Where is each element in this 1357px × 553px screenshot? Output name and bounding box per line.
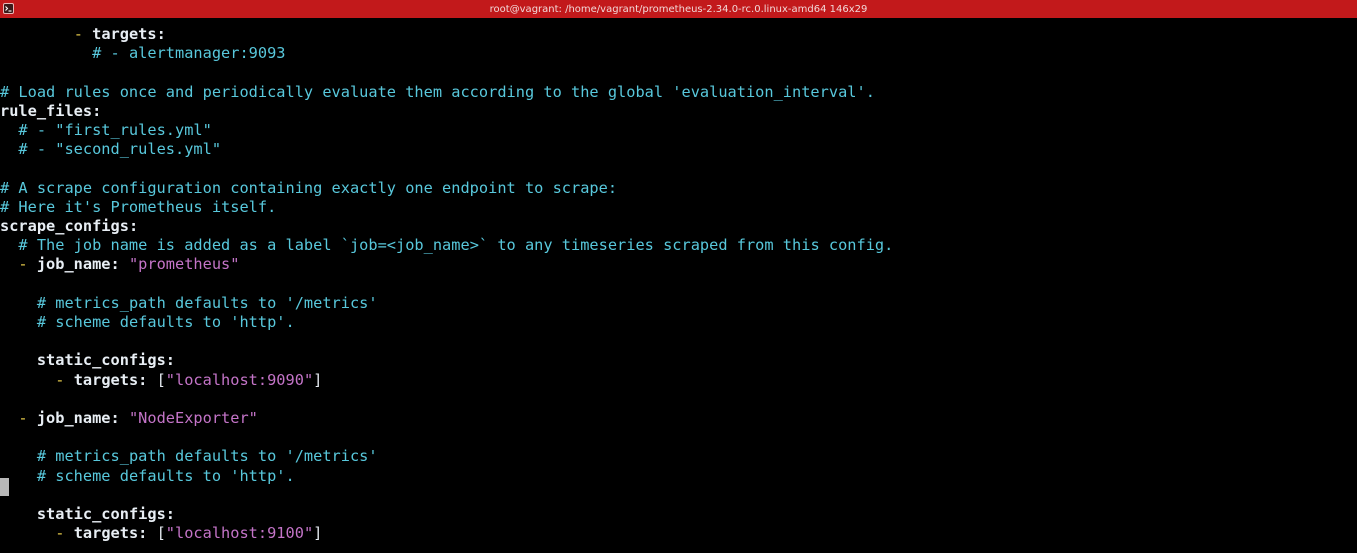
code-line: # - "first_rules.yml" [0,121,212,140]
yaml-comment: # metrics_path defaults to '/metrics' [36,447,378,466]
yaml-colon: : [165,505,175,523]
code-line: scrape_configs: [0,217,138,236]
yaml-key: targets [73,524,139,543]
yaml-key: job_name [36,255,111,274]
bracket-close: ] [313,524,323,543]
yaml-colon: : [156,25,166,43]
yaml-colon: : [138,524,157,543]
code-line: rule_files: [0,102,101,121]
code-line: - targets: ["localhost:9100"] [0,524,322,543]
text-cursor [0,478,9,496]
code-line: - job_name: "NodeExporter" [0,409,258,428]
code-line: # scheme defaults to 'http'. [0,467,295,486]
list-dash: - [55,370,74,389]
yaml-colon: : [128,217,139,235]
code-line: # The job name is added as a label `job=… [0,236,893,255]
code-line: # A scrape configuration containing exac… [0,179,617,198]
yaml-colon: : [138,370,157,389]
yaml-string: "localhost:9100" [165,524,314,543]
code-line: # metrics_path defaults to '/metrics' [0,447,378,466]
code-line: # - alertmanager:9093 [0,44,286,63]
yaml-comment: # The job name is added as a label `job=… [18,236,894,255]
yaml-string: "prometheus" [128,255,240,274]
yaml-comment: # Here it's Prometheus itself. [0,197,277,216]
code-line: # - "second_rules.yml" [0,140,221,159]
bracket-open: [ [156,370,166,389]
code-line: # Load rules once and periodically evalu… [0,83,875,102]
yaml-colon: : [110,255,129,274]
yaml-key: scrape_configs [0,217,129,235]
list-dash: - [73,25,93,43]
bracket-open: [ [156,524,166,543]
yaml-comment: # A scrape configuration containing exac… [0,178,618,197]
yaml-key: targets [73,370,139,389]
code-line: # scheme defaults to 'http'. [0,313,295,332]
window-title: root@vagrant: /home/vagrant/prometheus-2… [489,4,868,15]
list-dash: - [55,524,74,543]
list-dash: - [18,255,37,274]
yaml-key: rule_files [0,101,93,120]
yaml-key: static_configs [36,351,166,370]
code-line: static_configs: [0,351,175,370]
code-line: - targets: ["localhost:9090"] [0,371,322,390]
bracket-close: ] [313,370,323,389]
terminal-editor[interactable]: - targets: # - alertmanager:9093 # Load r… [0,18,1357,553]
yaml-comment: # - "first_rules.yml" [18,121,212,139]
yaml-colon: : [165,351,175,370]
terminal-icon[interactable] [3,3,14,14]
yaml-comment: # Load rules once and periodically evalu… [0,82,875,101]
yaml-key: static_configs [36,505,166,523]
yaml-comment: # scheme defaults to 'http'. [36,313,295,331]
yaml-key: targets [92,25,157,43]
yaml-comment: # - "second_rules.yml" [18,140,222,159]
yaml-key: job_name [36,409,111,427]
code-line: - job_name: "prometheus" [0,255,239,274]
code-line: # Here it's Prometheus itself. [0,198,276,217]
yaml-comment: # - alertmanager:9093 [92,44,286,63]
yaml-comment: # scheme defaults to 'http'. [36,466,295,485]
code-line: # metrics_path defaults to '/metrics' [0,294,378,313]
yaml-colon: : [92,101,102,120]
code-line: - targets: [0,25,166,44]
yaml-comment: # metrics_path defaults to '/metrics' [36,293,378,312]
code-line: static_configs: [0,505,175,524]
yaml-string: "localhost:9090" [165,370,314,389]
yaml-colon: : [110,409,129,427]
yaml-string: "NodeExporter" [128,409,258,427]
window-titlebar[interactable]: root@vagrant: /home/vagrant/prometheus-2… [0,0,1357,20]
list-dash: - [18,409,37,427]
